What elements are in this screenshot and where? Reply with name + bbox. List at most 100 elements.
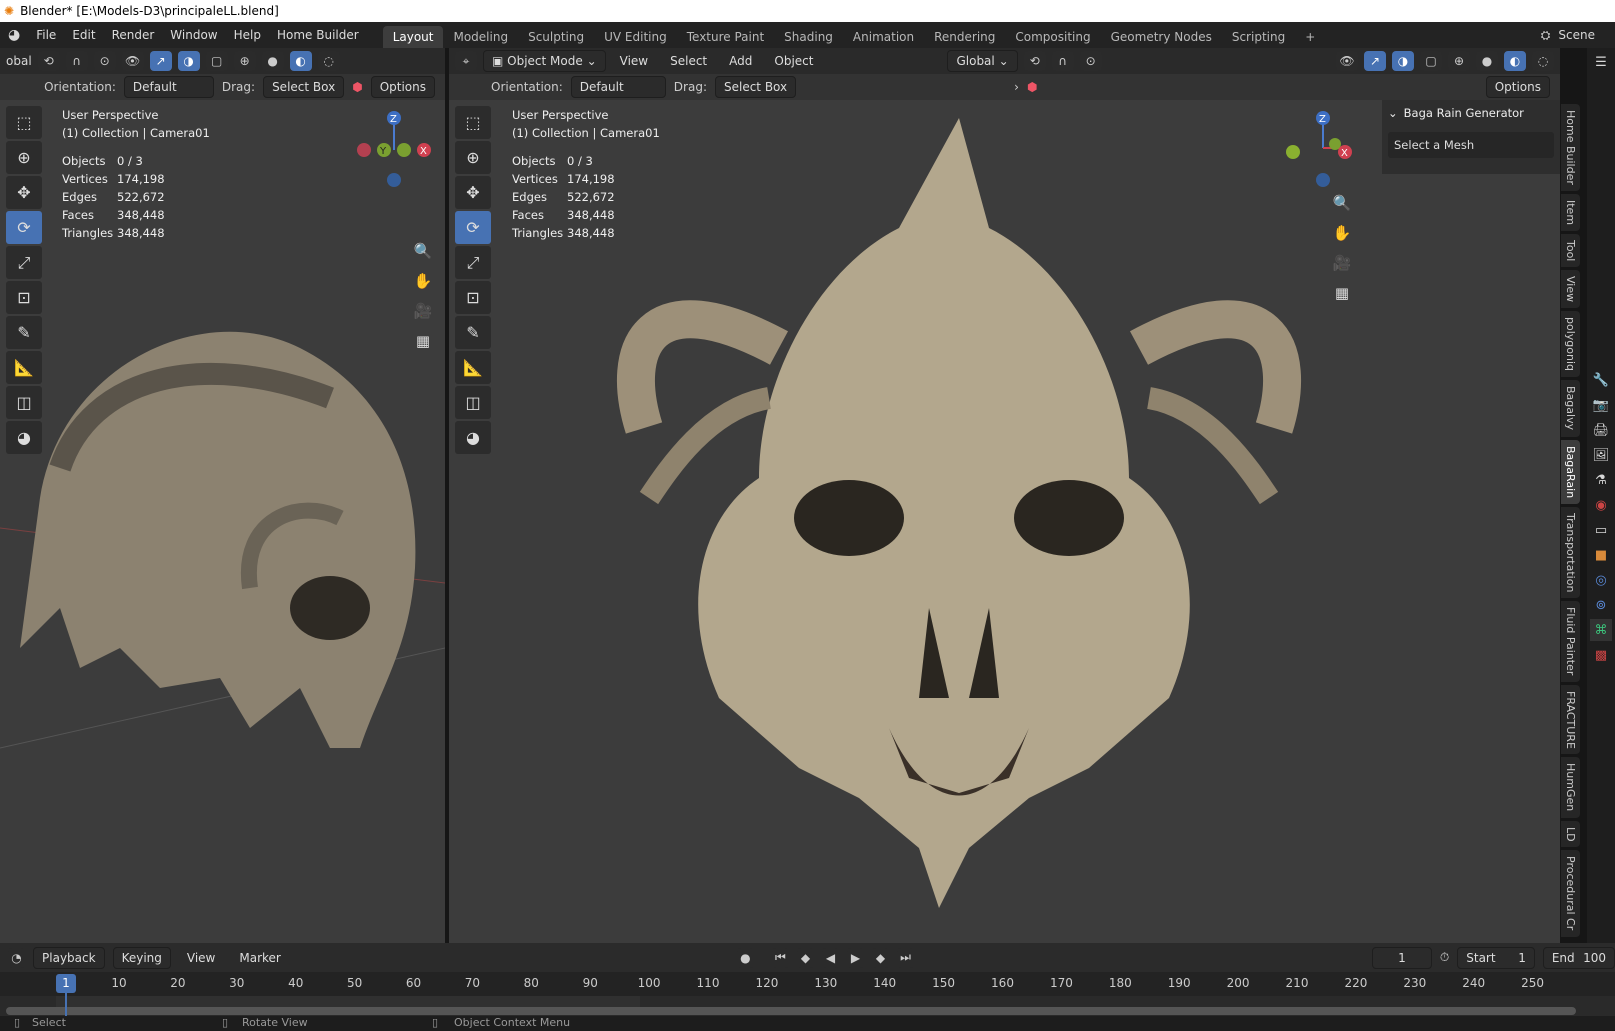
end-frame-field[interactable]: End 100 xyxy=(1542,946,1615,969)
zoom-icon[interactable]: 🔍 xyxy=(1329,190,1355,216)
mode-dropdown[interactable]: ▣ Object Mode ⌄ xyxy=(483,50,606,72)
keying-menu[interactable]: Keying xyxy=(112,946,171,969)
menu-view[interactable]: View xyxy=(612,54,656,68)
jump-end-icon[interactable]: ⏭ xyxy=(897,947,915,968)
sidebar-tab-fluid-painter[interactable]: Fluid Painter xyxy=(1561,601,1580,682)
menu-file[interactable]: File xyxy=(28,28,64,42)
expand-arrow-icon[interactable]: › xyxy=(1014,80,1019,94)
sidebar-tab-bagarain[interactable]: BagaRain xyxy=(1561,439,1580,504)
tab-compositing[interactable]: Compositing xyxy=(1005,26,1100,48)
transform-orientation-dropdown[interactable]: obal xyxy=(6,54,32,68)
rotate-tool-icon[interactable]: ⟳ xyxy=(6,211,42,244)
editor-type-icon[interactable]: ◔ xyxy=(8,947,26,968)
sidebar-tab-fracture[interactable]: FRACTURE xyxy=(1561,684,1580,755)
scale-tool-icon[interactable]: ⤢ xyxy=(455,246,491,279)
output-properties-icon[interactable]: 🖨 xyxy=(1590,419,1612,441)
xray-icon[interactable]: ▢ xyxy=(1420,51,1442,71)
annotate-tool-icon[interactable]: ✎ xyxy=(455,316,491,349)
tab-rendering[interactable]: Rendering xyxy=(924,26,1005,48)
orientation-dropdown[interactable]: Default xyxy=(570,76,666,98)
sidebar-tab-polygoniq[interactable]: polygoniq xyxy=(1561,311,1580,378)
zoom-icon[interactable]: 🔍 xyxy=(410,238,436,264)
object-properties-icon[interactable]: ■ xyxy=(1590,544,1612,566)
add-cube-tool-icon[interactable]: ◫ xyxy=(6,386,42,419)
overlay-toggle-icon[interactable]: ◑ xyxy=(1392,51,1414,71)
material-shading-icon[interactable]: ◐ xyxy=(289,51,312,71)
transform-orientation-dropdown[interactable]: Global ⌄ xyxy=(947,50,1018,72)
proportional-edit-icon[interactable]: ⊙ xyxy=(1079,51,1102,71)
transform-tool-icon[interactable]: ⊡ xyxy=(6,281,42,314)
scene-properties-icon[interactable]: ⚗ xyxy=(1590,469,1612,491)
sidebar-tab-ld[interactable]: LD xyxy=(1561,820,1580,848)
wireframe-shading-icon[interactable]: ⊕ xyxy=(1448,51,1470,71)
navigation-gizmo[interactable]: Z X xyxy=(1279,108,1359,188)
transform-tool-icon[interactable]: ⊡ xyxy=(455,281,491,314)
view-layer-icon[interactable]: 🖼 xyxy=(1590,444,1612,466)
modifier-properties-icon[interactable]: ◎ xyxy=(1590,569,1612,591)
select-box-tool-icon[interactable]: ⬚ xyxy=(455,106,491,139)
perspective-grid-icon[interactable]: ▦ xyxy=(410,328,436,354)
sidebar-tab-transportation[interactable]: Transportation xyxy=(1561,506,1580,599)
tab-scripting[interactable]: Scripting xyxy=(1222,26,1295,48)
play-reverse-icon[interactable]: ◀ xyxy=(821,947,839,968)
sidebar-tab-home-builder[interactable]: Home Builder xyxy=(1561,104,1580,191)
navigation-gizmo[interactable]: Z Y X xyxy=(350,108,440,188)
sidebar-tab-procedural[interactable]: Procedural Cr xyxy=(1561,850,1580,937)
add-cube-tool-icon[interactable]: ◫ xyxy=(455,386,491,419)
visibility-icon[interactable]: 👁 xyxy=(121,51,144,71)
tab-shading[interactable]: Shading xyxy=(774,26,843,48)
rendered-shading-icon[interactable]: ◌ xyxy=(1532,51,1554,71)
view-menu[interactable]: View xyxy=(179,951,223,965)
camera-view-icon[interactable]: 🎥 xyxy=(1329,250,1355,276)
marker-menu[interactable]: Marker xyxy=(231,951,288,965)
pivot-icon[interactable]: ⟲ xyxy=(1023,51,1046,71)
collection-properties-icon[interactable]: ▭ xyxy=(1590,519,1612,541)
options-button[interactable]: Options xyxy=(370,76,435,98)
frame-ruler[interactable]: 10 20 30 40 50 60 70 80 90 100 110 120 130 140 150 160 1… xyxy=(0,972,1615,996)
record-icon[interactable]: ● xyxy=(736,947,754,968)
overlay-toggle-icon[interactable]: ◑ xyxy=(177,51,200,71)
menu-help[interactable]: Help xyxy=(226,28,269,42)
texture-properties-icon[interactable]: ▩ xyxy=(1590,644,1612,666)
solid-shading-icon[interactable]: ● xyxy=(1476,51,1498,71)
snap-icon[interactable]: ∩ xyxy=(65,51,88,71)
drag-dropdown[interactable]: Select Box xyxy=(263,76,345,98)
sidebar-tab-view[interactable]: View xyxy=(1561,270,1580,309)
camera-view-icon[interactable]: 🎥 xyxy=(410,298,436,324)
menu-render[interactable]: Render xyxy=(104,28,163,42)
start-frame-field[interactable]: Start 1 xyxy=(1457,946,1535,969)
add-workspace-button[interactable]: + xyxy=(1295,26,1325,48)
drag-dropdown[interactable]: Select Box xyxy=(714,76,797,98)
extra-tool-icon[interactable]: ◕ xyxy=(6,421,42,454)
gizmo-toggle-icon[interactable]: ↗ xyxy=(1364,51,1386,71)
sidebar-tab-tool[interactable]: Tool xyxy=(1561,233,1580,268)
next-keyframe-icon[interactable]: ◆ xyxy=(872,947,890,968)
menu-home-builder[interactable]: Home Builder xyxy=(269,28,367,42)
menu-object[interactable]: Object xyxy=(766,54,821,68)
wireframe-shading-icon[interactable]: ⊕ xyxy=(233,51,256,71)
gizmo-toggle-icon[interactable]: ↗ xyxy=(149,51,172,71)
menu-edit[interactable]: Edit xyxy=(64,28,103,42)
pivot-icon[interactable]: ⟲ xyxy=(37,51,60,71)
editor-type-icon[interactable]: ⌖ xyxy=(455,51,477,71)
prev-keyframe-icon[interactable]: ◆ xyxy=(796,947,814,968)
select-mesh-field[interactable]: Select a Mesh xyxy=(1388,132,1554,158)
rendered-shading-icon[interactable]: ◌ xyxy=(317,51,340,71)
xray-icon[interactable]: ▢ xyxy=(205,51,228,71)
tool-properties-icon[interactable]: 🔧 xyxy=(1590,369,1612,391)
right-viewport[interactable]: ⌖ ▣ Object Mode ⌄ View Select Add Object… xyxy=(449,48,1560,943)
move-tool-icon[interactable]: ✥ xyxy=(455,176,491,209)
visibility-icon[interactable]: 👁 xyxy=(1336,51,1358,71)
tab-texture-paint[interactable]: Texture Paint xyxy=(677,26,774,48)
tab-layout[interactable]: Layout xyxy=(382,26,444,48)
orientation-dropdown[interactable]: Default xyxy=(123,76,214,98)
playback-menu[interactable]: Playback xyxy=(33,946,105,969)
timeline-scrollbar[interactable] xyxy=(6,1007,1576,1015)
measure-tool-icon[interactable]: 📐 xyxy=(6,351,42,384)
jump-start-icon[interactable]: ⏮ xyxy=(771,947,789,968)
render-properties-icon[interactable]: 📷 xyxy=(1590,394,1612,416)
sidebar-tab-item[interactable]: Item xyxy=(1561,193,1580,231)
left-viewport[interactable]: obal ⟲ ∩ ⊙ 👁 ↗ ◑ ▢ ⊕ ● ◐ ◌ Orientation: … xyxy=(0,48,445,943)
playhead-frame[interactable]: 1 xyxy=(56,974,76,993)
move-tool-icon[interactable]: ✥ xyxy=(6,176,42,209)
